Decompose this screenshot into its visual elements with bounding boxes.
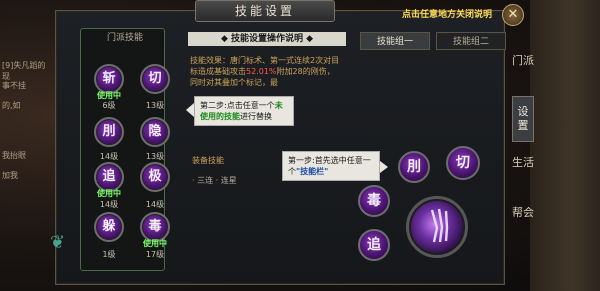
side-tab-guild[interactable]: 帮会 (512, 200, 534, 262)
desc-highlight: 52.01% (246, 67, 277, 76)
tip-arrow (186, 103, 194, 117)
skill-icon-hide[interactable]: 隐 (140, 117, 170, 147)
tip-highlight: "技能栏" (296, 167, 329, 176)
tip-step-one: 第一步:首先选中任意一个"技能栏" (282, 151, 380, 181)
equipped-skill-slot-1[interactable]: 刖 (398, 151, 430, 183)
close-hint-text[interactable]: 点击任意地方关闭说明 (402, 7, 492, 20)
side-tab-sect[interactable]: 门派 (512, 48, 534, 90)
skill-level: 14级 (99, 200, 119, 209)
side-tab-label: 帮会 (512, 206, 534, 219)
sect-skill-heading: 门派技能 (106, 33, 143, 43)
operation-guide-title: ◆ 技能设置操作说明 ◆ (188, 32, 346, 46)
panel-title: 技能设置 (195, 0, 335, 22)
skill-level: 14级 (145, 200, 165, 209)
tab-skill-group-1[interactable]: 技能组一 (360, 32, 430, 50)
tip-text: 第二步:点击任意一个 (200, 101, 275, 110)
skill-level: 13级 (145, 101, 165, 110)
skill-level: 6级 (102, 101, 116, 110)
bg-chat-line: 的,如 (2, 101, 21, 110)
side-tab-label: 设置 (517, 105, 529, 132)
side-tab-life[interactable]: 生活 (512, 150, 534, 192)
equip-skill-heading: 装备技能 (192, 156, 224, 165)
side-tab-label: 生活 (512, 156, 534, 169)
skill-icon-cut[interactable]: 切 (140, 64, 170, 94)
close-button[interactable]: ✕ (502, 4, 524, 26)
skill-icon-yue[interactable]: 刖 (94, 117, 124, 147)
claw-icon (430, 208, 449, 243)
skill-level: 14级 (99, 152, 119, 161)
tip-text: 进行替换 (240, 112, 272, 121)
side-tab-settings[interactable]: 设置 (512, 96, 534, 142)
equipped-skill-slot-3[interactable]: 毒 (358, 185, 390, 217)
bg-chat-line: 加我 (2, 171, 18, 180)
skill-description: 技能效果：唐门标术、第一式连续2次对目标造成基础攻击52.01%附加28的刚伤，… (190, 55, 340, 88)
skill-level: 17级 (145, 250, 165, 259)
equip-skill-list: · 三连 · 连星 (192, 176, 237, 185)
side-tab-label: 门派 (512, 54, 534, 67)
skill-level: 13级 (145, 152, 165, 161)
jade-ornament-icon: ❦ (50, 232, 66, 253)
skill-icon-extreme[interactable]: 极 (140, 162, 170, 192)
equipped-skill-slot-4[interactable]: 追 (358, 229, 390, 261)
skill-used-badge: 使用中 (97, 189, 121, 198)
skill-level: 1级 (102, 250, 116, 259)
skill-icon-dodge[interactable]: 躲 (94, 212, 124, 242)
equipped-skill-slot-2[interactable]: 切 (446, 146, 480, 180)
bg-chat-line: 事不挂 (2, 81, 26, 90)
bg-chat-line: 我抬眼 (2, 151, 26, 160)
tab-skill-group-2[interactable]: 技能组二 (436, 32, 506, 50)
world-right-edge (530, 0, 600, 291)
tip-step-two: 第二步:点击任意一个未使用的技能进行替换 (194, 96, 294, 126)
bg-chat-line: [9]失凡蹈的现 (2, 61, 46, 81)
tip-arrow (380, 161, 388, 173)
skill-used-badge: 使用中 (143, 239, 167, 248)
